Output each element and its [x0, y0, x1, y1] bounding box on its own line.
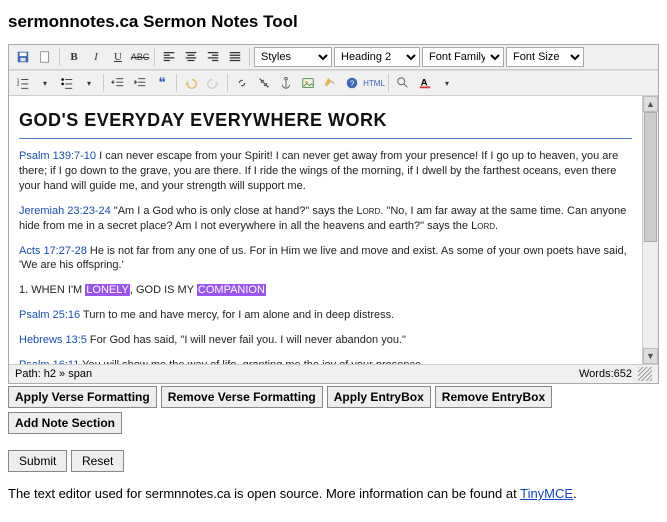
styles-select[interactable]: Styles	[254, 47, 332, 67]
html-icon[interactable]: HTML	[364, 73, 384, 93]
align-right-icon[interactable]	[203, 47, 223, 67]
tinymce-link[interactable]: TinyMCE	[520, 486, 573, 501]
align-justify-icon[interactable]	[225, 47, 245, 67]
align-center-icon[interactable]	[181, 47, 201, 67]
paragraph-1: Psalm 139:7-10 I can never escape from y…	[19, 149, 632, 194]
add-note-section-button[interactable]: Add Note Section	[8, 412, 122, 434]
newdoc-icon[interactable]	[35, 47, 55, 67]
form-buttons: Submit Reset	[8, 450, 659, 472]
verse-ref: Jeremiah 23:23-24	[19, 205, 111, 217]
highlight-1: LONELY	[85, 284, 130, 296]
find-icon[interactable]	[393, 73, 413, 93]
word-count: Words:652	[579, 368, 632, 380]
outdent-icon[interactable]	[108, 73, 128, 93]
italic-icon[interactable]: I	[86, 47, 106, 67]
fontfamily-select[interactable]: Font Family	[422, 47, 504, 67]
list-menu-icon[interactable]: ▾	[35, 73, 55, 93]
submit-button[interactable]: Submit	[8, 450, 67, 472]
svg-text:2: 2	[17, 82, 20, 87]
toolbar-row-2: 12 ▾ ▾ ❝ ? HTML A ▾	[9, 70, 658, 96]
ordered-list-icon[interactable]: 12	[13, 73, 33, 93]
verse-ref: Psalm 16:11	[19, 359, 79, 364]
textcolor-icon[interactable]: A	[415, 73, 435, 93]
verse-ref: Acts 17:27-28	[19, 245, 87, 257]
action-buttons: Apply Verse Formatting Remove Verse Form…	[8, 386, 659, 434]
textcolor-menu-icon[interactable]: ▾	[437, 73, 457, 93]
undo-icon[interactable]	[181, 73, 201, 93]
strikethrough-icon[interactable]: ABC	[130, 47, 150, 67]
bold-icon[interactable]: B	[64, 47, 84, 67]
scroll-thumb[interactable]	[644, 112, 657, 242]
scroll-up-icon[interactable]: ▲	[643, 96, 658, 112]
verse-ref: Psalm 139:7-10	[19, 150, 96, 162]
link-icon[interactable]	[232, 73, 252, 93]
heading-rule	[19, 138, 632, 139]
blockquote-icon[interactable]: ❝	[152, 73, 172, 93]
paragraph-3: Acts 17:27-28 He is not far from any one…	[19, 244, 632, 274]
paragraph-5: Hebrews 13:5 For God has said, "I will n…	[19, 333, 632, 348]
format-select[interactable]: Heading 2	[334, 47, 420, 67]
apply-entrybox-button[interactable]: Apply EntryBox	[327, 386, 431, 408]
align-left-icon[interactable]	[159, 47, 179, 67]
status-bar: Path: h2 » span Words:652	[9, 364, 658, 383]
verse-ref: Psalm 25:16	[19, 309, 80, 321]
verse-ref: Hebrews 13:5	[19, 334, 87, 346]
cleanup-icon[interactable]	[320, 73, 340, 93]
scroll-track[interactable]	[643, 112, 658, 348]
help-icon[interactable]: ?	[342, 73, 362, 93]
resize-grip-icon[interactable]	[638, 367, 652, 381]
reset-button[interactable]: Reset	[71, 450, 124, 472]
save-icon[interactable]	[13, 47, 33, 67]
footer-note: The text editor used for sermnnotes.ca i…	[8, 486, 659, 501]
vertical-scrollbar[interactable]: ▲ ▼	[642, 96, 658, 364]
toolbar-row-1: B I U ABC Styles Heading 2 Font Family F…	[9, 45, 658, 70]
paragraph-6: Psalm 16:11 You will show me the way of …	[19, 358, 632, 364]
fill-line: 1. WHEN I'M LONELY, GOD IS MY COMPANION	[19, 283, 632, 298]
image-icon[interactable]	[298, 73, 318, 93]
redo-icon[interactable]	[203, 73, 223, 93]
underline-icon[interactable]: U	[108, 47, 128, 67]
fontsize-select[interactable]: Font Size	[506, 47, 584, 67]
document-heading: GOD'S EVERYDAY EVERYWHERE WORK	[19, 108, 632, 132]
paragraph-4: Psalm 25:16 Turn to me and have mercy, f…	[19, 308, 632, 323]
remove-verse-formatting-button[interactable]: Remove Verse Formatting	[161, 386, 323, 408]
remove-entrybox-button[interactable]: Remove EntryBox	[435, 386, 552, 408]
apply-verse-formatting-button[interactable]: Apply Verse Formatting	[8, 386, 157, 408]
page-title: sermonnotes.ca Sermon Notes Tool	[8, 12, 659, 32]
editor-container: B I U ABC Styles Heading 2 Font Family F…	[8, 44, 659, 384]
svg-text:?: ?	[350, 80, 355, 89]
unordered-list-icon[interactable]	[57, 73, 77, 93]
element-path[interactable]: Path: h2 » span	[15, 368, 92, 380]
scroll-down-icon[interactable]: ▼	[643, 348, 658, 364]
list-menu2-icon[interactable]: ▾	[79, 73, 99, 93]
paragraph-2: Jeremiah 23:23-24 "Am I a God who is onl…	[19, 204, 632, 234]
highlight-2: COMPANION	[197, 284, 266, 296]
editor-content[interactable]: GOD'S EVERYDAY EVERYWHERE WORK Psalm 139…	[9, 96, 642, 364]
unlink-icon[interactable]	[254, 73, 274, 93]
indent-icon[interactable]	[130, 73, 150, 93]
anchor-icon[interactable]	[276, 73, 296, 93]
